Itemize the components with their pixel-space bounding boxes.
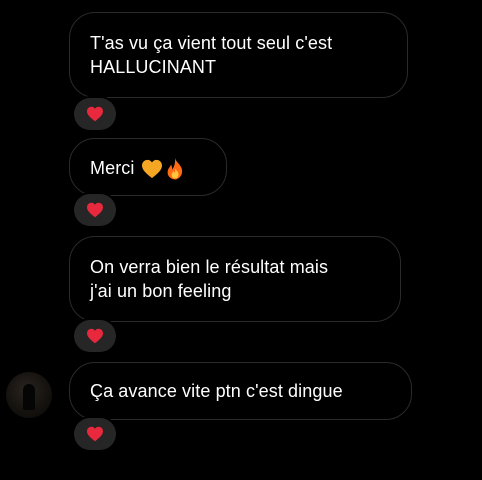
reaction-heart-3[interactable]: [74, 320, 116, 352]
message-bubble-3[interactable]: On verra bien le résultat mais j'ai un b…: [69, 236, 401, 322]
red-heart-icon: [87, 106, 103, 122]
contact-avatar[interactable]: [6, 372, 52, 418]
message-1-line-2: HALLUCINANT: [90, 57, 217, 77]
red-heart-icon: [87, 328, 103, 344]
reaction-heart-4[interactable]: [74, 418, 116, 450]
message-3-line-1: On verra bien le résultat mais: [90, 257, 329, 277]
message-bubble-1[interactable]: T'as vu ça vient tout seul c'est HALLUCI…: [69, 12, 408, 98]
message-2-emojis: [141, 157, 185, 181]
avatar-figure: [23, 384, 35, 410]
fire-icon: [167, 158, 182, 180]
message-2-text: Merci: [90, 158, 135, 178]
red-heart-icon: [87, 202, 103, 218]
reaction-heart-1[interactable]: [74, 98, 116, 130]
message-1-line-1: T'as vu ça vient tout seul c'est: [90, 33, 333, 53]
red-heart-icon: [87, 426, 103, 442]
message-bubble-4[interactable]: Ça avance vite ptn c'est dingue: [69, 362, 412, 420]
orange-heart-icon: [141, 160, 162, 179]
message-bubble-2[interactable]: Merci: [69, 138, 227, 196]
reaction-heart-2[interactable]: [74, 194, 116, 226]
message-3-line-2: j'ai un bon feeling: [90, 281, 232, 301]
message-4-text: Ça avance vite ptn c'est dingue: [90, 381, 343, 401]
message-thread: T'as vu ça vient tout seul c'est HALLUCI…: [0, 0, 482, 480]
